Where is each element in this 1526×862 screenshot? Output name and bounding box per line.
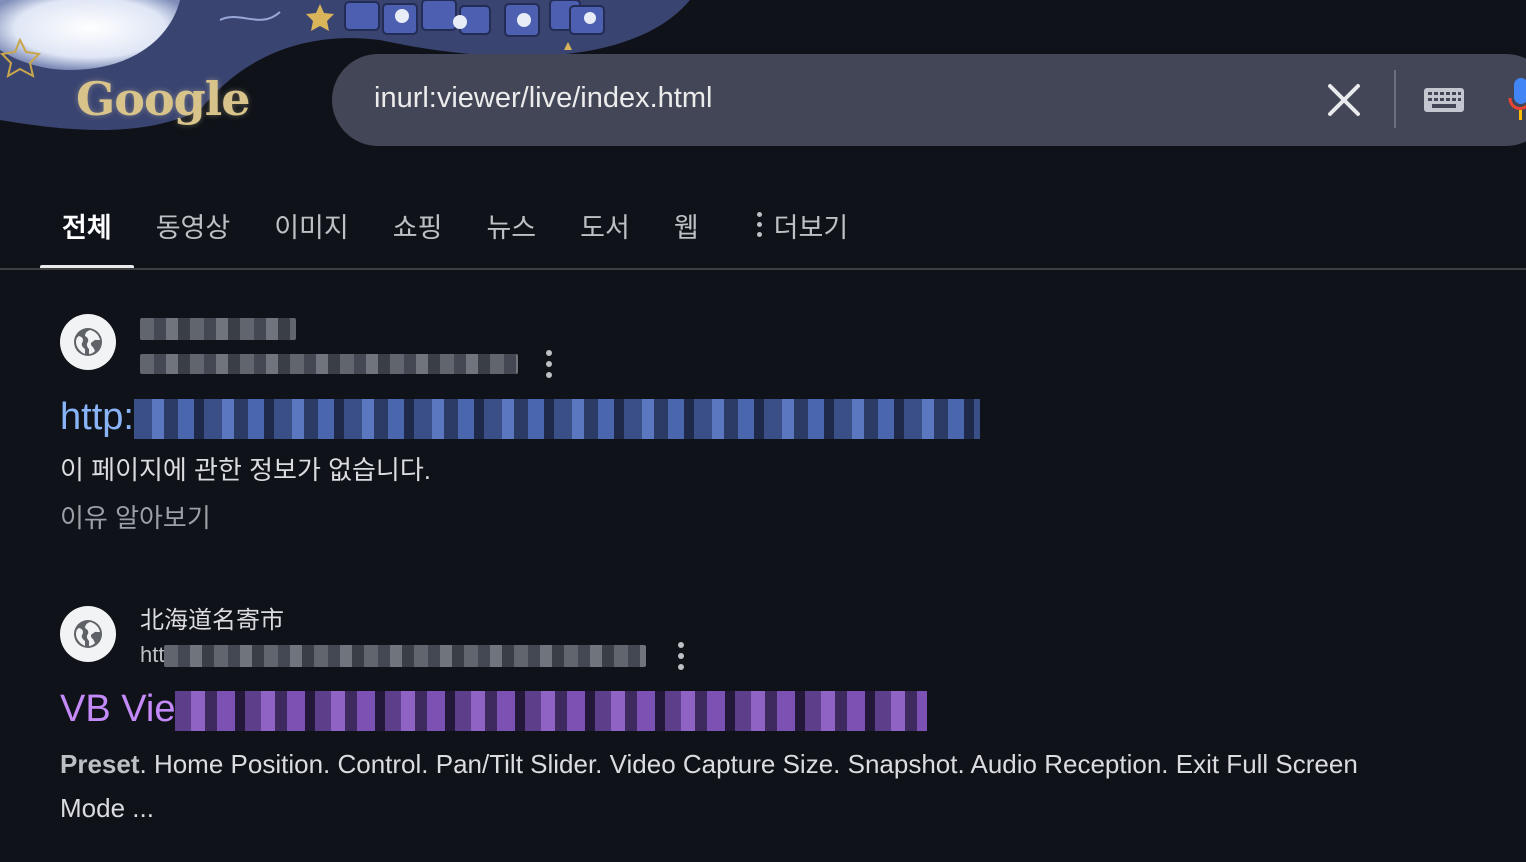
- result-url[interactable]: htt: [140, 642, 647, 668]
- result-snippet: 이 페이지에 관한 정보가 없습니다.: [60, 455, 431, 485]
- tab-news[interactable]: 뉴스: [464, 196, 558, 268]
- globe-icon: [60, 314, 116, 370]
- result-site-name[interactable]: [140, 314, 296, 342]
- microphone-icon[interactable]: [1508, 78, 1526, 122]
- result-snippet: Preset. Home Position. Control. Pan/Tilt…: [60, 749, 1358, 823]
- tab-shopping[interactable]: 쇼핑: [371, 196, 465, 268]
- snippet-bold-term: Preset: [60, 749, 140, 779]
- tab-web[interactable]: 웹: [652, 196, 721, 268]
- result-title-link[interactable]: http:: [60, 396, 980, 439]
- tab-images[interactable]: 이미지: [252, 196, 371, 268]
- more-vert-icon: [756, 206, 762, 242]
- tab-more[interactable]: 더보기: [735, 196, 871, 268]
- tabs-divider: [0, 268, 1526, 270]
- redacted-url: [140, 354, 518, 375]
- tab-all[interactable]: 전체: [40, 196, 134, 270]
- globe-icon: [60, 606, 116, 662]
- result-url[interactable]: [140, 350, 518, 376]
- tab-videos[interactable]: 동영상: [134, 196, 253, 268]
- search-input[interactable]: inurl:viewer/live/index.html: [374, 82, 712, 115]
- result-options-icon[interactable]: [546, 350, 552, 378]
- result-title-link[interactable]: VB Vie: [60, 688, 928, 731]
- clear-search-icon[interactable]: [1326, 82, 1362, 118]
- keyboard-icon[interactable]: [1424, 88, 1464, 112]
- result-options-icon[interactable]: [678, 642, 684, 670]
- redacted-url: [164, 645, 647, 668]
- redacted-title: [175, 690, 928, 731]
- google-logo[interactable]: Google: [76, 72, 251, 126]
- tab-more-label: 더보기: [773, 213, 849, 243]
- redacted-title: [133, 398, 980, 439]
- redacted-site-name: [140, 317, 296, 340]
- search-tabs: 전체 동영상 이미지 쇼핑 뉴스 도서 웹 더보기: [40, 196, 871, 270]
- result-site-name[interactable]: 北海道名寄市: [140, 600, 284, 635]
- search-divider: [1394, 70, 1396, 128]
- tab-books[interactable]: 도서: [558, 196, 652, 268]
- search-bar[interactable]: inurl:viewer/live/index.html: [332, 54, 1526, 146]
- learn-why-link[interactable]: 이유 알아보기: [60, 498, 211, 535]
